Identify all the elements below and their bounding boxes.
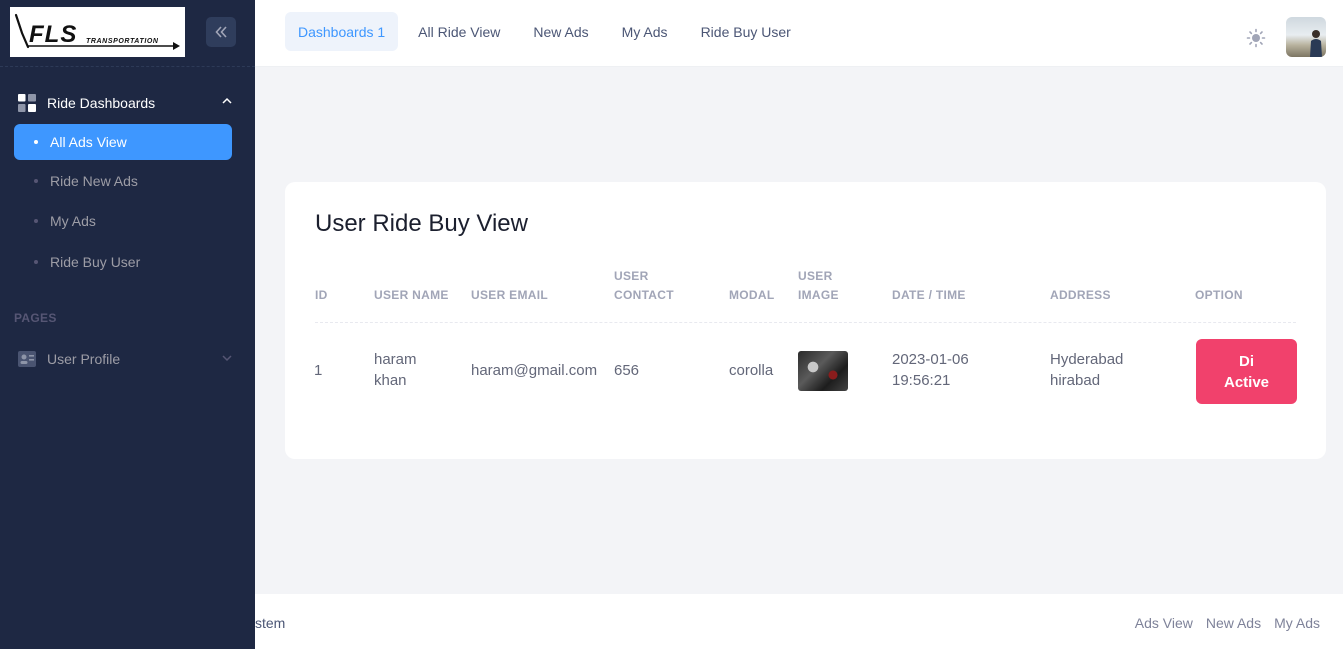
column-header-user-contact-line2: CONTACT [614,288,674,302]
footer-links: Ads View New Ads My Ads [1135,615,1320,631]
sidebar-item-label: Ride New Ads [50,173,138,189]
tab-new-ads[interactable]: New Ads [520,12,601,51]
chevron-down-icon [222,355,232,362]
bullet-icon [34,260,38,264]
cell-user-email: haram@gmail.com [471,362,598,379]
column-header-user-image-line1: USER [798,269,833,283]
sun-icon [1246,28,1266,48]
column-header-user-contact-line1: USER [614,269,649,283]
sidebar-item-ride-new-ads[interactable]: Ride New Ads [14,163,232,199]
menu-item-label: User Profile [47,351,121,367]
footer-text: stem [255,615,286,631]
grid-icon [18,94,36,112]
section-label-pages: PAGES [14,311,57,325]
sidebar-item-ride-buy-user[interactable]: Ride Buy User [14,244,232,280]
column-header-user-name: USER NAME [374,288,449,302]
tab-ride-buy-user[interactable]: Ride Buy User [688,12,804,51]
tab-all-ride-view[interactable]: All Ride View [405,12,513,51]
column-header-date-time: DATE / TIME [892,288,966,302]
sidebar-item-my-ads[interactable]: My Ads [14,203,232,239]
table-divider [315,322,1296,323]
user-avatar[interactable] [1286,17,1326,57]
cell-id: 1 [314,362,323,379]
header: Dashboards 1 All Ride View New Ads My Ad… [255,0,1343,67]
svg-text:FLS: FLS [29,21,77,48]
column-header-id: ID [315,288,328,302]
bullet-icon [34,179,38,183]
cell-time: 19:56:21 [892,372,951,389]
deactivate-button[interactable]: Di Active [1196,339,1297,404]
menu-group-ride-dashboards[interactable]: Ride Dashboards [18,92,235,114]
cell-user-contact: 656 [614,362,640,379]
deactivate-button-label-line2: Active [1223,373,1270,391]
sidebar-item-label: All Ads View [50,134,127,150]
footer-link-my-ads[interactable]: My Ads [1274,615,1320,631]
theme-toggle-button[interactable] [1241,23,1271,53]
sidebar: FLS TRANSPORTATION Ride Dashboards All A… [0,0,255,649]
top-navigation: Dashboards 1 All Ride View New Ads My Ad… [285,12,811,51]
cell-user-name-line2: khan [374,372,407,389]
bullet-icon [34,219,38,223]
logo[interactable]: FLS TRANSPORTATION [10,7,185,57]
column-header-address: ADDRESS [1050,288,1111,302]
cell-date: 2023-01-06 [892,351,969,368]
cell-user-name-line1: haram [374,351,417,368]
tab-my-ads[interactable]: My Ads [609,12,681,51]
double-chevron-left-icon [215,26,227,38]
column-header-option: OPTION [1195,288,1243,302]
cell-address-line2: hirabad [1050,372,1101,389]
footer: stem Ads View New Ads My Ads [255,594,1343,649]
user-image-thumbnail[interactable] [798,351,848,391]
sidebar-divider [0,66,255,67]
chevron-up-icon [222,97,232,104]
sidebar-item-label: My Ads [50,213,96,229]
column-header-modal: MODAL [729,288,775,302]
cell-modal: corolla [729,362,774,379]
footer-link-new-ads[interactable]: New Ads [1206,615,1261,631]
fls-logo: FLS TRANSPORTATION [14,13,180,50]
footer-link-ads-view[interactable]: Ads View [1135,615,1193,631]
user-ride-buy-card: User Ride Buy View ID USER NAME USER EMA… [285,182,1326,459]
column-header-user-image-line2: IMAGE [798,288,839,302]
cell-address-line1: Hyderabad [1050,351,1124,368]
column-header-user-email: USER EMAIL [471,288,549,302]
profile-card-icon [18,351,36,367]
sidebar-item-all-ads-view[interactable]: All Ads View [14,124,232,160]
menu-group-label: Ride Dashboards [47,95,156,111]
deactivate-button-label-line1: Di [1239,352,1254,370]
sidebar-collapse-button[interactable] [206,17,236,47]
svg-text:TRANSPORTATION: TRANSPORTATION [86,38,159,45]
bullet-icon [34,140,38,144]
sidebar-item-label: Ride Buy User [50,254,141,270]
tab-dashboards[interactable]: Dashboards 1 [285,12,399,51]
page-title: User Ride Buy View [315,210,528,237]
menu-item-user-profile[interactable]: User Profile [18,348,235,370]
